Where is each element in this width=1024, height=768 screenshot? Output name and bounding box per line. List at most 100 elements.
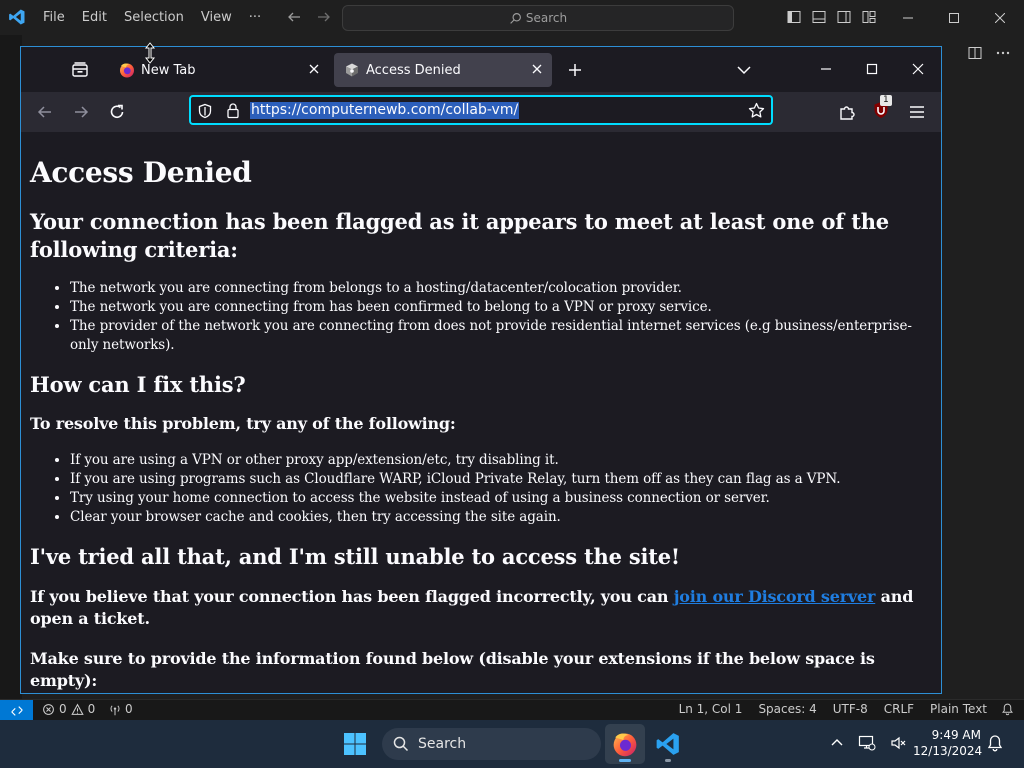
tab-label: New Tab — [141, 62, 196, 78]
back-arrow-icon[interactable] — [36, 103, 54, 121]
forward-arrow-icon[interactable] — [316, 9, 332, 25]
warning-count: 0 — [87, 702, 96, 716]
tab-access-denied[interactable]: Access Denied — [334, 53, 552, 87]
list-item: Clear your browser cache and cookies, th… — [70, 508, 931, 527]
problems-indicator[interactable]: 0 0 — [42, 702, 95, 716]
taskbar: Search 9:49 AM 12/13/2024 — [0, 720, 1024, 768]
taskbar-firefox-button[interactable] — [605, 724, 645, 764]
toggle-secondary-sidebar-icon[interactable] — [836, 9, 852, 25]
info-instructions: Make sure to provide the information fou… — [30, 649, 875, 690]
system-tray — [830, 735, 906, 751]
firefox-close-button[interactable] — [911, 59, 925, 79]
remote-indicator-icon[interactable] — [0, 700, 33, 721]
tracking-protection-shield-icon[interactable] — [197, 103, 213, 119]
indentation[interactable]: Spaces: 4 — [758, 702, 816, 716]
notification-center-bell-icon[interactable] — [987, 734, 1003, 752]
fix-heading: How can I fix this? — [30, 372, 246, 397]
vscode-status-right: Ln 1, Col 1 Spaces: 4 UTF-8 CRLF Plain T… — [663, 702, 1014, 716]
vscode-icon — [655, 731, 681, 757]
end-of-line[interactable]: CRLF — [884, 702, 914, 716]
url-bar[interactable]: https://computernewb.com/collab-vm/ — [189, 95, 773, 125]
taskbar-search-label: Search — [418, 736, 467, 752]
error-icon — [42, 703, 55, 716]
new-tab-plus-icon[interactable] — [566, 61, 584, 79]
show-hidden-icons-chevron-icon[interactable] — [830, 736, 844, 750]
vscode-titlebar: File Edit Selection View ··· Search — [0, 0, 1024, 35]
vscode-logo-icon — [8, 8, 26, 26]
vscode-menubar: File Edit Selection View ··· — [43, 0, 278, 35]
firefox-icon — [612, 731, 638, 757]
site-icon — [344, 62, 360, 78]
close-tab-icon[interactable] — [307, 62, 321, 76]
hamburger-menu-icon[interactable] — [909, 105, 925, 119]
taskbar-vscode-button[interactable] — [648, 724, 688, 764]
vscode-minimize-button[interactable] — [885, 0, 931, 35]
firefox-icon — [119, 62, 135, 78]
back-arrow-icon[interactable] — [286, 9, 302, 25]
list-item: If you are using a VPN or other proxy ap… — [70, 451, 931, 470]
vscode-maximize-button[interactable] — [931, 0, 977, 35]
url-text[interactable]: https://computernewb.com/collab-vm/ — [250, 102, 520, 119]
list-item: The provider of the network you are conn… — [70, 317, 931, 355]
reload-icon[interactable] — [108, 103, 126, 121]
close-tab-icon[interactable] — [530, 62, 544, 76]
search-icon — [509, 12, 522, 25]
tab-label: Access Denied — [366, 62, 461, 78]
vscode-command-search[interactable]: Search — [342, 5, 734, 31]
vscode-activity-bar — [0, 35, 22, 699]
menu-edit[interactable]: Edit — [82, 10, 107, 25]
cursor-position[interactable]: Ln 1, Col 1 — [679, 702, 743, 716]
taskbar-search[interactable]: Search — [382, 728, 601, 760]
resize-cursor-icon — [144, 42, 156, 64]
antenna-icon — [108, 703, 122, 716]
error-count: 0 — [59, 702, 67, 716]
firefox-minimize-button[interactable] — [819, 59, 833, 79]
vscode-editor-area — [943, 35, 1024, 699]
active-app-indicator — [619, 759, 631, 762]
bookmark-star-icon[interactable] — [748, 102, 765, 119]
forward-arrow-icon[interactable] — [72, 103, 90, 121]
language-mode[interactable]: Plain Text — [930, 702, 987, 716]
notifications-bell-icon[interactable] — [1001, 702, 1014, 716]
list-all-tabs-chevron-icon[interactable] — [736, 63, 752, 77]
menu-more[interactable]: ··· — [249, 10, 261, 25]
toggle-panel-icon[interactable] — [811, 9, 827, 25]
windows-start-icon[interactable] — [343, 732, 367, 756]
discord-paragraph: If you believe that your connection has … — [30, 586, 931, 630]
network-icon[interactable] — [858, 735, 876, 751]
list-item: If you are using programs such as Cloudf… — [70, 470, 931, 489]
customize-layout-icon[interactable] — [861, 9, 877, 25]
menu-file[interactable]: File — [43, 10, 65, 25]
volume-muted-icon[interactable] — [890, 735, 906, 751]
vscode-layout-controls — [786, 9, 877, 25]
discord-text-before: If you believe that your connection has … — [30, 587, 674, 606]
still-unable-heading: I've tried all that, and I'm still unabl… — [30, 544, 680, 569]
menu-selection[interactable]: Selection — [124, 10, 184, 25]
discord-link[interactable]: join our Discord server — [674, 587, 876, 606]
ublock-badge: 1 — [880, 95, 892, 106]
ports-count: 0 — [125, 702, 133, 716]
firefox-maximize-button[interactable] — [865, 59, 879, 79]
vscode-close-button[interactable] — [977, 0, 1023, 35]
firefox-window: New Tab Access Denied https://computerne… — [20, 46, 942, 694]
clock-time: 9:49 AM — [931, 728, 981, 742]
vscode-status-bar: 0 0 0 Ln 1, Col 1 Spaces: 4 UTF-8 CRLF P… — [0, 699, 1024, 721]
menu-view[interactable]: View — [201, 10, 232, 25]
extensions-puzzle-icon[interactable] — [838, 103, 856, 121]
firefox-view-icon[interactable] — [71, 61, 89, 79]
firefox-tab-bar: New Tab Access Denied — [21, 47, 941, 92]
page-title: Access Denied — [30, 156, 252, 189]
taskbar-clock[interactable]: 9:49 AM 12/13/2024 — [913, 727, 983, 759]
vscode-search-label: Search — [525, 11, 568, 25]
file-encoding[interactable]: UTF-8 — [833, 702, 868, 716]
ports-indicator[interactable]: 0 — [108, 702, 133, 716]
split-editor-icon[interactable] — [967, 45, 983, 61]
toggle-primary-sidebar-icon[interactable] — [786, 9, 802, 25]
tab-new-tab[interactable]: New Tab — [109, 53, 329, 87]
criteria-list: The network you are connecting from belo… — [30, 279, 931, 355]
lock-icon[interactable] — [225, 102, 241, 119]
clock-date: 12/13/2024 — [913, 744, 983, 758]
fixes-list: If you are using a VPN or other proxy ap… — [30, 451, 931, 527]
more-actions-icon[interactable] — [995, 45, 1011, 61]
vscode-history-nav — [286, 9, 332, 25]
